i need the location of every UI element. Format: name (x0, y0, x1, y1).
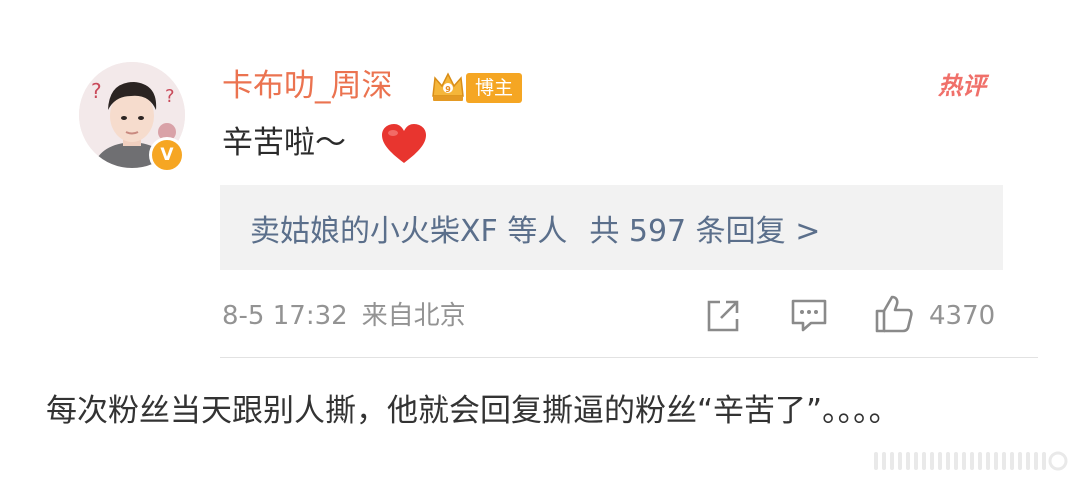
reply-summary[interactable]: 卖姑娘的小火柴XF 等人 共 597 条回复 > (220, 185, 1003, 270)
svg-text:9: 9 (445, 85, 451, 94)
comment-username[interactable]: 卡布叻_周深 (222, 64, 393, 108)
svg-text:?: ? (91, 79, 102, 103)
watermark-graphic (874, 451, 1068, 471)
timestamp: 8-5 17:32 (222, 301, 348, 331)
crown-icon: 9 (432, 72, 464, 101)
caption-text: 每次粉丝当天跟别人撕，他就会回复撕逼的粉丝“辛苦了”。。。。 (46, 393, 900, 429)
comment-icon[interactable] (789, 297, 829, 335)
heart-icon (382, 124, 426, 163)
share-icon[interactable] (704, 297, 742, 335)
divider (220, 357, 1038, 358)
hot-comment-label: 热评 (938, 72, 986, 100)
location: 来自北京 (361, 301, 466, 331)
like-count: 4370 (929, 301, 996, 331)
comment-text: 辛苦啦～ (222, 125, 346, 161)
verified-badge: V (149, 137, 185, 173)
blogger-badge: 博主 (466, 73, 523, 103)
reply-users: 卖姑娘的小火柴XF 等人 (250, 213, 568, 249)
thumbs-up-icon[interactable] (873, 293, 915, 335)
verified-v-icon: V (160, 145, 174, 165)
comment-meta: 8-5 17:32 来自北京 (222, 296, 466, 336)
svg-text:?: ? (165, 86, 175, 107)
reply-count: 共 597 条回复 > (589, 213, 821, 249)
